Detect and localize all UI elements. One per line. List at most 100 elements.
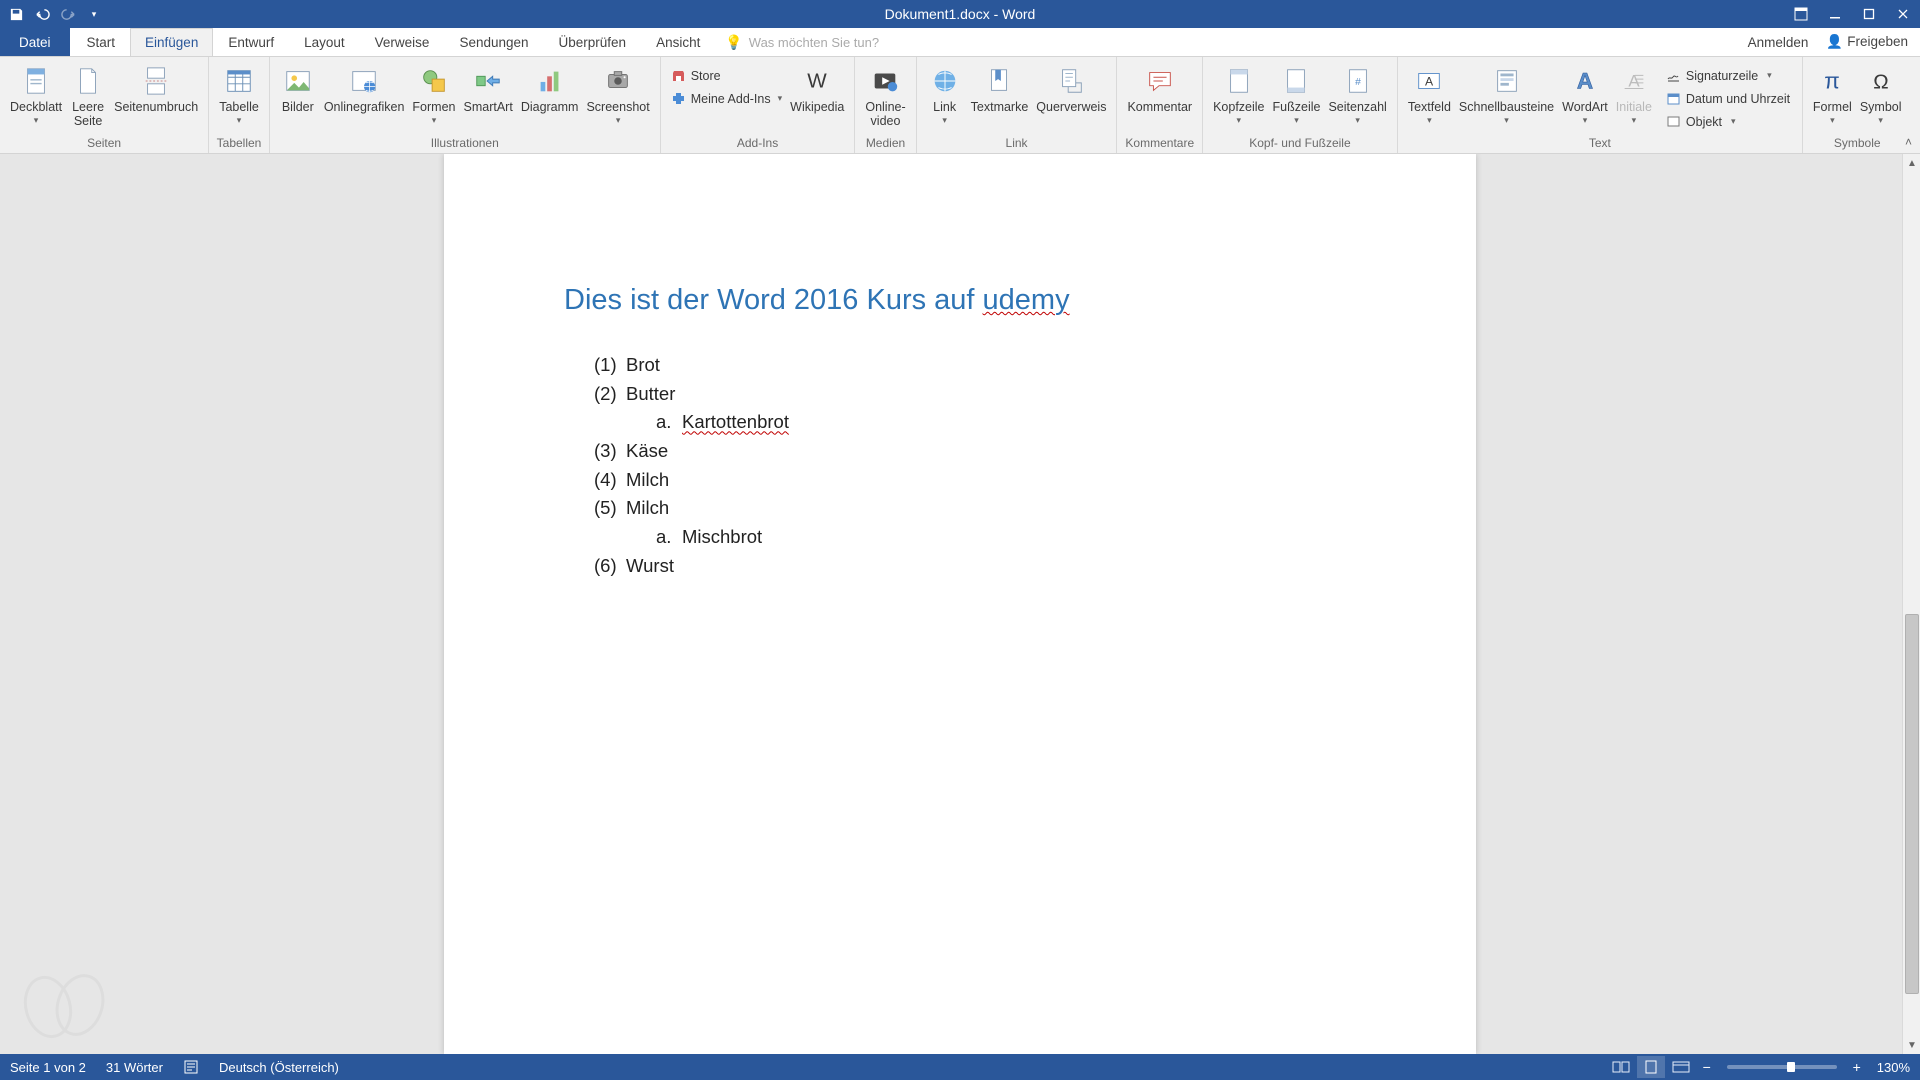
zoom-percentage[interactable]: 130%	[1877, 1060, 1910, 1075]
zoom-out-button[interactable]: −	[1697, 1057, 1717, 1077]
fusszeile-button[interactable]: Fußzeile▾	[1269, 61, 1325, 126]
symbol-button[interactable]: Ω Symbol▾	[1856, 61, 1906, 126]
kopfzeile-button[interactable]: Kopfzeile▾	[1209, 61, 1268, 126]
wikipedia-button[interactable]: W Wikipedia	[786, 61, 848, 114]
onlinevideo-button[interactable]: Online- video	[861, 61, 909, 129]
print-layout-button[interactable]	[1637, 1056, 1665, 1078]
leere-seite-button[interactable]: Leere Seite	[66, 61, 110, 129]
workspace: Dies ist der Word 2016 Kurs auf udemy (1…	[0, 154, 1920, 1054]
svg-text:Ω: Ω	[1873, 71, 1888, 94]
list-item[interactable]: (1)Brot	[564, 351, 1356, 380]
page-indicator[interactable]: Seite 1 von 2	[10, 1060, 86, 1075]
list-number: (4)	[594, 466, 626, 495]
maximize-button[interactable]	[1852, 0, 1886, 28]
diagramm-button[interactable]: Diagramm	[517, 61, 583, 114]
collapse-ribbon-button[interactable]: ˄	[1905, 135, 1912, 149]
objekt-button[interactable]: Objekt ▾	[1662, 113, 1796, 130]
list-item[interactable]: (3)Käse	[564, 437, 1356, 466]
textmarke-button[interactable]: Textmarke	[967, 61, 1033, 114]
proofing-button[interactable]	[183, 1059, 199, 1075]
scroll-up-button[interactable]: ▲	[1903, 154, 1920, 172]
scroll-thumb[interactable]	[1905, 614, 1919, 994]
schnellbausteine-button[interactable]: Schnellbausteine▾	[1455, 61, 1558, 126]
document-list[interactable]: (1)Brot(2)Buttera.Kartottenbrot(3)Käse(4…	[564, 351, 1356, 580]
tab-datei[interactable]: Datei	[0, 28, 70, 56]
tab-start[interactable]: Start	[72, 28, 131, 56]
seitenzahl-button[interactable]: # Seitenzahl▾	[1324, 61, 1390, 126]
textbox-icon: A	[1412, 64, 1446, 98]
online-pictures-icon	[347, 64, 381, 98]
link-button[interactable]: Link▾	[923, 61, 967, 126]
tell-me-search[interactable]: 💡 Was möchten Sie tun?	[725, 28, 879, 56]
group-text: A Textfeld▾ Schnellbausteine▾ A WordArt▾…	[1398, 57, 1803, 153]
close-button[interactable]	[1886, 0, 1920, 28]
seitenzahl-label: Seitenzahl	[1328, 100, 1386, 114]
screenshot-button[interactable]: Screenshot▾	[582, 61, 653, 126]
svg-text:A: A	[1577, 69, 1593, 94]
seitenumbruch-button[interactable]: Seitenumbruch	[110, 61, 202, 114]
ribbon-display-options-button[interactable]	[1784, 0, 1818, 28]
web-layout-button[interactable]	[1667, 1056, 1695, 1078]
signaturzeile-label: Signaturzeile	[1686, 69, 1758, 83]
tab-entwurf[interactable]: Entwurf	[213, 28, 289, 56]
textfeld-button[interactable]: A Textfeld▾	[1404, 61, 1455, 126]
minimize-button[interactable]	[1818, 0, 1852, 28]
store-button[interactable]: Store	[667, 67, 786, 84]
quick-access-toolbar: ▾	[0, 3, 106, 25]
qat-customize-button[interactable]: ▾	[82, 3, 106, 25]
signaturzeile-button[interactable]: Signaturzeile ▾	[1662, 67, 1796, 84]
tabelle-button[interactable]: Tabelle▾	[215, 61, 263, 126]
tab-verweise[interactable]: Verweise	[360, 28, 445, 56]
formel-label: Formel	[1813, 100, 1852, 114]
list-item[interactable]: (6)Wurst	[564, 552, 1356, 581]
tab-einfuegen[interactable]: Einfügen	[130, 28, 213, 56]
zoom-in-button[interactable]: +	[1847, 1057, 1867, 1077]
share-button[interactable]: 👤Freigeben	[1826, 34, 1908, 50]
deckblatt-button[interactable]: Deckblatt▾	[6, 61, 66, 126]
save-icon[interactable]	[4, 3, 28, 25]
zoom-slider[interactable]	[1727, 1065, 1837, 1069]
formen-label: Formen	[412, 100, 455, 114]
zoom-slider-thumb[interactable]	[1787, 1062, 1795, 1072]
read-mode-button[interactable]	[1607, 1056, 1635, 1078]
tell-me-placeholder: Was möchten Sie tun?	[749, 35, 879, 50]
meine-addins-button[interactable]: Meine Add-Ins ▾	[667, 90, 786, 107]
smartart-label: SmartArt	[464, 100, 513, 114]
querverweis-button[interactable]: Querverweis	[1032, 61, 1110, 114]
list-item[interactable]: (2)Butter	[564, 380, 1356, 409]
language-indicator[interactable]: Deutsch (Österreich)	[219, 1060, 339, 1075]
wordart-icon: A	[1568, 64, 1602, 98]
sign-in-link[interactable]: Anmelden	[1748, 35, 1809, 50]
formel-button[interactable]: π Formel▾	[1809, 61, 1856, 126]
formen-button[interactable]: Formen▾	[408, 61, 459, 126]
word-count[interactable]: 31 Wörter	[106, 1060, 163, 1075]
wordart-button[interactable]: A WordArt▾	[1558, 61, 1612, 126]
onlinegrafiken-button[interactable]: Onlinegrafiken	[320, 61, 409, 114]
kommentar-button[interactable]: Kommentar	[1123, 61, 1196, 114]
tab-ueberpruefen[interactable]: Überprüfen	[544, 28, 642, 56]
sublist-item[interactable]: a.Mischbrot	[564, 523, 1356, 552]
cover-page-icon	[19, 64, 53, 98]
textmarke-label: Textmarke	[971, 100, 1029, 114]
vertical-scrollbar[interactable]: ▲ ▼	[1902, 154, 1920, 1054]
document-title: Dokument1.docx - Word	[885, 6, 1036, 22]
list-number: (6)	[594, 552, 626, 581]
document-heading[interactable]: Dies ist der Word 2016 Kurs auf udemy	[564, 284, 1356, 317]
undo-button[interactable]	[30, 3, 54, 25]
smartart-button[interactable]: SmartArt	[460, 61, 517, 114]
tab-ansicht[interactable]: Ansicht	[641, 28, 715, 56]
bilder-button[interactable]: Bilder	[276, 61, 320, 114]
document-page[interactable]: Dies ist der Word 2016 Kurs auf udemy (1…	[444, 154, 1476, 1054]
initiale-button[interactable]: A Initiale▾	[1612, 61, 1656, 126]
scroll-down-button[interactable]: ▼	[1903, 1036, 1920, 1054]
signature-line-icon	[1666, 68, 1681, 83]
sublist-item[interactable]: a.Kartottenbrot	[564, 408, 1356, 437]
tab-sendungen[interactable]: Sendungen	[444, 28, 543, 56]
datum-uhrzeit-button[interactable]: Datum und Uhrzeit	[1662, 90, 1796, 107]
list-item[interactable]: (5)Milch	[564, 494, 1356, 523]
pictures-icon	[281, 64, 315, 98]
tab-layout[interactable]: Layout	[289, 28, 360, 56]
list-item[interactable]: (4)Milch	[564, 466, 1356, 495]
equation-icon: π	[1815, 64, 1849, 98]
redo-button[interactable]	[56, 3, 80, 25]
